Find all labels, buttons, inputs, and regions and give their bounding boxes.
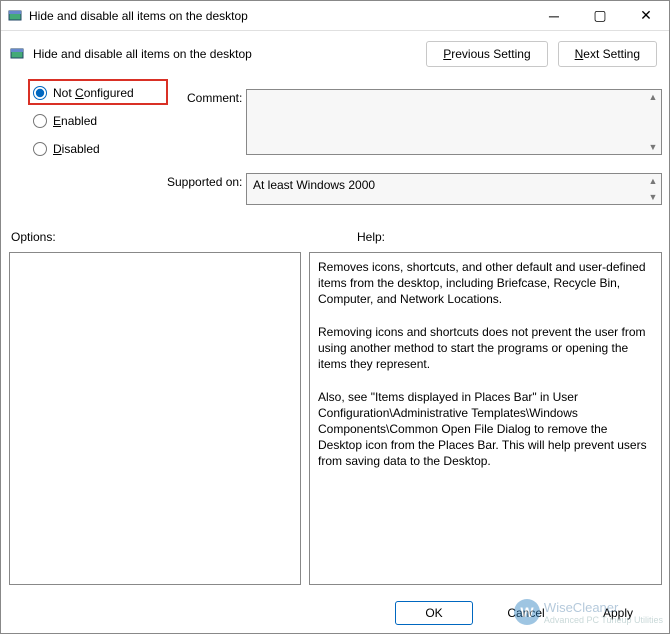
previous-setting-button[interactable]: Previous Setting — [426, 41, 547, 67]
close-button[interactable]: ✕ — [623, 1, 669, 31]
radio-disabled[interactable]: Disabled — [33, 142, 134, 156]
ok-button[interactable]: OK — [395, 601, 473, 625]
radio-not-configured[interactable]: Not Configured — [33, 86, 134, 100]
titlebar: Hide and disable all items on the deskto… — [1, 1, 669, 31]
next-setting-button[interactable]: Next Setting — [558, 41, 657, 67]
scroll-up-icon[interactable]: ▲ — [647, 91, 659, 103]
radio-enabled-input[interactable] — [33, 114, 47, 128]
radio-enabled[interactable]: Enabled — [33, 114, 134, 128]
help-panel: Removes icons, shortcuts, and other defa… — [309, 252, 662, 585]
radio-not-configured-input[interactable] — [33, 86, 47, 100]
options-panel — [9, 252, 301, 585]
header: Hide and disable all items on the deskto… — [1, 31, 669, 67]
header-title: Hide and disable all items on the deskto… — [33, 47, 416, 61]
supported-label: Supported on: — [167, 175, 242, 189]
window-title: Hide and disable all items on the deskto… — [29, 9, 531, 23]
help-label: Help: — [357, 230, 385, 244]
cancel-button[interactable]: Cancel — [487, 602, 565, 624]
state-radios: Not Configured Enabled Disabled — [33, 86, 134, 156]
scroll-down-icon[interactable]: ▼ — [647, 191, 659, 203]
scroll-up-icon[interactable]: ▲ — [647, 175, 659, 187]
apply-button[interactable]: Apply — [579, 602, 657, 624]
comment-field[interactable] — [246, 89, 662, 155]
policy-icon — [9, 46, 25, 62]
scroll-down-icon[interactable]: ▼ — [647, 141, 659, 153]
options-label: Options: — [11, 230, 56, 244]
minimize-button[interactable]: ─ — [531, 1, 577, 31]
maximize-button[interactable]: ▢ — [577, 1, 623, 31]
policy-icon — [7, 8, 23, 24]
supported-field: At least Windows 2000 — [246, 173, 662, 205]
radio-disabled-input[interactable] — [33, 142, 47, 156]
comment-label: Comment: — [187, 91, 242, 105]
footer: OK Cancel Apply — [1, 593, 669, 633]
